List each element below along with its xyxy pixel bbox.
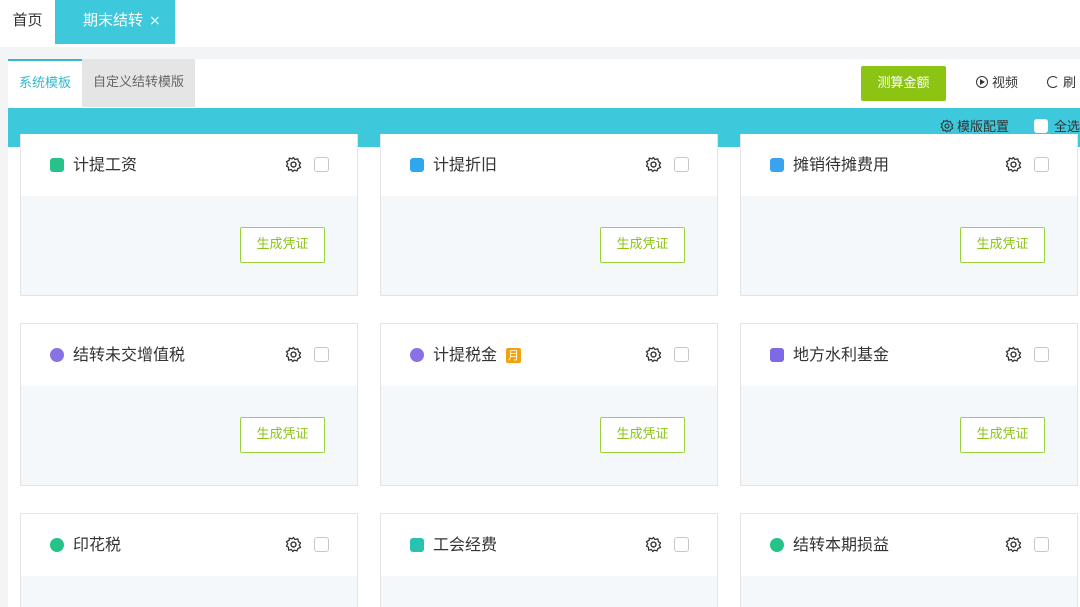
card-title: 计提折旧 — [433, 155, 498, 174]
card-body — [741, 576, 1077, 607]
card-body: 生成凭证 — [741, 196, 1077, 295]
coin-stack-icon — [50, 538, 64, 552]
play-icon — [976, 76, 988, 88]
tab-period-end[interactable]: 期末结转 × — [55, 0, 175, 44]
card-union-fee: 工会经费 — [380, 513, 718, 607]
generate-voucher-button[interactable]: 生成凭证 — [600, 417, 685, 453]
generate-voucher-button[interactable]: 生成凭证 — [240, 227, 325, 263]
tab-label: 期末结转 — [83, 11, 144, 29]
gear-icon[interactable] — [645, 156, 662, 173]
card-checkbox[interactable] — [314, 537, 329, 552]
card-header: 结转本期损益 — [741, 514, 1077, 576]
card-water-fund: 地方水利基金 生成凭证 — [740, 323, 1078, 486]
generate-voucher-button[interactable]: 生成凭证 — [960, 417, 1045, 453]
card-body: 生成凭证 — [381, 196, 717, 295]
card-stamp-tax: 印花税 — [20, 513, 358, 607]
select-all-label: 全选 — [1054, 120, 1080, 135]
tab-custom-template[interactable]: 自定义结转模版 — [82, 59, 196, 107]
card-checkbox[interactable] — [674, 157, 689, 172]
refresh-button[interactable]: 刷 — [1047, 66, 1076, 101]
card-title: 计提工资 — [73, 155, 138, 174]
card-title: 摊销待摊费用 — [793, 155, 890, 174]
card-accrue-taxes: 计提税金月 生成凭证 — [380, 323, 718, 486]
gear-icon[interactable] — [645, 346, 662, 363]
card-transfer-profit-loss: 结转本期损益 — [740, 513, 1078, 607]
card-header: 计提工资 — [21, 134, 357, 196]
card-accrue-salary: 计提工资 生成凭证 — [20, 134, 358, 296]
gear-icon[interactable] — [1005, 346, 1022, 363]
card-accrue-depreciation: 计提折旧 生成凭证 — [380, 134, 718, 296]
profit-bag-icon — [770, 538, 784, 552]
card-body — [381, 576, 717, 607]
card-title: 地方水利基金 — [793, 345, 890, 364]
card-header: 地方水利基金 — [741, 324, 1077, 386]
square-icon — [770, 348, 784, 362]
card-body: 生成凭证 — [741, 386, 1077, 485]
card-body — [21, 576, 357, 607]
gear-icon[interactable] — [1005, 156, 1022, 173]
coins-icon — [410, 348, 424, 362]
card-header: 计提税金月 — [381, 324, 717, 386]
document-icon — [50, 158, 64, 172]
template-tabs: 系统模板 自定义结转模版 — [8, 59, 196, 107]
card-title: 印花税 — [73, 535, 122, 554]
gear-icon[interactable] — [285, 536, 302, 553]
gear-icon[interactable] — [1005, 536, 1022, 553]
card-checkbox[interactable] — [1034, 347, 1049, 362]
select-all-checkbox[interactable] — [1034, 119, 1048, 133]
card-checkbox[interactable] — [314, 347, 329, 362]
top-tab-bar: 首页 期末结转 × — [0, 0, 1080, 47]
card-checkbox[interactable] — [674, 537, 689, 552]
card-checkbox[interactable] — [1034, 537, 1049, 552]
card-header: 计提折旧 — [381, 134, 717, 196]
money-bag-icon — [50, 348, 64, 362]
calculate-amount-button[interactable]: 测算金额 — [861, 66, 946, 101]
card-header: 结转未交增值税 — [21, 324, 357, 386]
refresh-icon — [1047, 76, 1059, 88]
card-amortize-prepaid: 摊销待摊费用 生成凭证 — [740, 134, 1078, 296]
gear-icon[interactable] — [645, 536, 662, 553]
gear-icon[interactable] — [285, 156, 302, 173]
document-icon — [410, 158, 424, 172]
grid-icon — [770, 158, 784, 172]
card-header: 摊销待摊费用 — [741, 134, 1077, 196]
card-body: 生成凭证 — [21, 196, 357, 295]
card-title: 工会经费 — [433, 535, 498, 554]
video-label: 视频 — [992, 76, 1019, 91]
card-transfer-vat: 结转未交增值税 生成凭证 — [20, 323, 358, 486]
card-title: 结转未交增值税 — [73, 345, 186, 364]
generate-voucher-button[interactable]: 生成凭证 — [960, 227, 1045, 263]
tab-system-template[interactable]: 系统模板 — [8, 59, 83, 107]
gear-icon — [940, 119, 954, 133]
monthly-badge: 月 — [506, 347, 522, 363]
card-body: 生成凭证 — [21, 386, 357, 485]
card-title: 结转本期损益 — [793, 535, 890, 554]
video-button[interactable]: 视频 — [976, 66, 1018, 101]
tab-home[interactable]: 首页 — [0, 0, 55, 44]
card-header: 工会经费 — [381, 514, 717, 576]
generate-voucher-button[interactable]: 生成凭证 — [600, 227, 685, 263]
generate-voucher-button[interactable]: 生成凭证 — [240, 417, 325, 453]
gear-icon[interactable] — [285, 346, 302, 363]
card-checkbox[interactable] — [1034, 157, 1049, 172]
card-checkbox[interactable] — [674, 347, 689, 362]
card-title: 计提税金 — [433, 345, 498, 364]
union-icon — [410, 538, 424, 552]
card-header: 印花税 — [21, 514, 357, 576]
close-icon[interactable]: × — [149, 13, 161, 29]
card-body: 生成凭证 — [381, 386, 717, 485]
card-checkbox[interactable] — [314, 157, 329, 172]
refresh-label: 刷 — [1063, 76, 1077, 91]
template-config-label: 模版配置 — [957, 120, 1010, 135]
